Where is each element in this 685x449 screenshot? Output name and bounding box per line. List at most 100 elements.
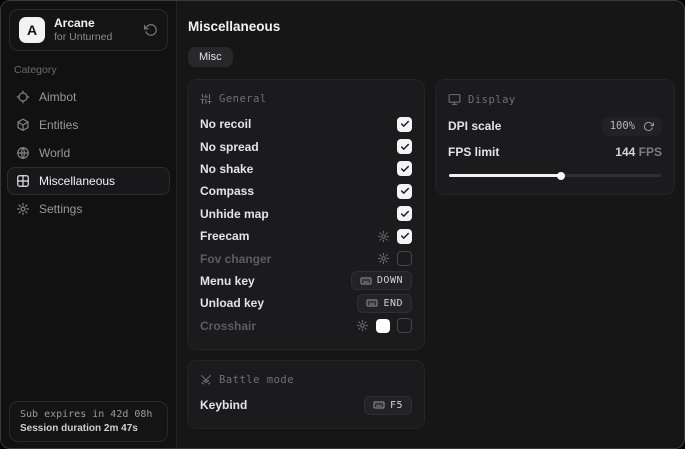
setting-label: Compass <box>200 184 254 198</box>
setting-row-dpi-scale: DPI scale 100% <box>448 114 662 138</box>
setting-label: Crosshair <box>200 319 256 333</box>
battle-keybind-binding[interactable]: F5 <box>364 396 412 415</box>
main-area: Miscellaneous Misc General No recoil <box>177 1 685 448</box>
sliders-icon <box>200 93 212 105</box>
setting-row-fov-changer: Fov changer <box>200 247 412 269</box>
display-panel-title: Display <box>468 94 516 106</box>
setting-label: Unhide map <box>200 207 269 221</box>
refresh-icon[interactable] <box>144 23 158 37</box>
setting-label: Menu key <box>200 274 255 288</box>
no-shake-checkbox[interactable] <box>397 161 412 176</box>
crosshair-settings-gear-icon[interactable] <box>356 319 369 332</box>
sidebar-item-miscellaneous[interactable]: Miscellaneous <box>7 167 170 195</box>
display-panel: Display DPI scale 100% FPS limit 144 <box>435 79 675 195</box>
monitor-icon <box>448 93 461 106</box>
key-label: F5 <box>390 400 403 411</box>
setting-label: No recoil <box>200 117 251 131</box>
setting-row-freecam: Freecam <box>200 225 412 247</box>
sidebar-item-label: World <box>39 146 70 160</box>
content: General No recoil No spread <box>187 79 675 429</box>
page-title: Miscellaneous <box>188 19 675 34</box>
setting-label: Unload key <box>200 296 264 310</box>
app-window: A Arcane for Unturned Category Aimbot <box>0 0 685 449</box>
sidebar-item-entities[interactable]: Entities <box>7 111 170 139</box>
refresh-icon[interactable] <box>643 121 654 132</box>
brand-logo: A <box>19 17 45 43</box>
setting-label: No shake <box>200 162 253 176</box>
setting-row-keybind: Keybind F5 <box>200 394 412 416</box>
sidebar-item-settings[interactable]: Settings <box>7 195 170 223</box>
dpi-scale-value: 100% <box>610 120 635 132</box>
general-panel-header: General <box>200 93 412 105</box>
fov-changer-settings-gear-icon[interactable] <box>377 252 390 265</box>
setting-row-no-recoil: No recoil <box>200 113 412 135</box>
keyboard-icon <box>360 275 372 287</box>
menu-key-binding[interactable]: DOWN <box>351 271 412 290</box>
sidebar-item-aimbot[interactable]: Aimbot <box>7 83 170 111</box>
setting-row-crosshair: Crosshair <box>200 315 412 337</box>
category-label: Category <box>14 64 163 76</box>
slider-thumb[interactable] <box>557 172 565 180</box>
compass-checkbox[interactable] <box>397 184 412 199</box>
crosshair-icon <box>16 90 30 104</box>
sidebar-item-label: Aimbot <box>39 90 76 104</box>
setting-row-unhide-map: Unhide map <box>200 203 412 225</box>
setting-label: DPI scale <box>448 119 501 133</box>
battle-mode-panel: Battle mode Keybind F5 <box>187 360 425 429</box>
setting-row-no-spread: No spread <box>200 135 412 157</box>
setting-label: No spread <box>200 140 259 154</box>
setting-label: FPS limit <box>448 145 499 159</box>
general-panel-title: General <box>219 93 267 105</box>
crosshair-checkbox[interactable] <box>397 318 412 333</box>
grid-icon <box>16 174 30 188</box>
unload-key-binding[interactable]: END <box>357 294 412 313</box>
sidebar-nav: Aimbot Entities World Miscellaneous <box>1 83 176 223</box>
sidebar: A Arcane for Unturned Category Aimbot <box>1 1 177 448</box>
brand-subtitle: for Unturned <box>54 31 112 44</box>
brand-text: Arcane for Unturned <box>54 16 112 44</box>
setting-label: Keybind <box>200 398 247 412</box>
setting-row-unload-key: Unload key END <box>200 292 412 314</box>
dpi-scale-control[interactable]: 100% <box>602 117 662 136</box>
crosshair-color-swatch[interactable] <box>376 319 390 333</box>
setting-row-fps-limit: FPS limit 144 FPS <box>448 140 662 164</box>
swords-icon <box>200 374 212 386</box>
column-left: General No recoil No spread <box>187 79 425 429</box>
sidebar-item-label: Miscellaneous <box>39 174 115 188</box>
display-panel-header: Display <box>448 93 662 106</box>
globe-icon <box>16 146 30 160</box>
sidebar-item-world[interactable]: World <box>7 139 170 167</box>
freecam-settings-gear-icon[interactable] <box>377 230 390 243</box>
tab-misc[interactable]: Misc <box>188 47 233 67</box>
session-duration-text: Session duration 2m 47s <box>20 423 157 434</box>
gear-icon <box>16 202 30 216</box>
setting-row-no-shake: No shake <box>200 158 412 180</box>
sub-expires-text: Sub expires in 42d 08h <box>20 409 157 420</box>
keyboard-icon <box>373 399 385 411</box>
brand-name: Arcane <box>54 16 112 31</box>
slider-fill <box>449 174 561 177</box>
setting-label: Fov changer <box>200 252 271 266</box>
sidebar-item-label: Entities <box>39 118 78 132</box>
setting-row-compass: Compass <box>200 180 412 202</box>
fps-limit-slider[interactable] <box>449 170 661 180</box>
unhide-map-checkbox[interactable] <box>397 206 412 221</box>
battle-mode-panel-title: Battle mode <box>219 374 294 386</box>
general-panel: General No recoil No spread <box>187 79 425 350</box>
subscription-info: Sub expires in 42d 08h Session duration … <box>9 401 168 442</box>
column-right: Display DPI scale 100% FPS limit 144 <box>435 79 675 195</box>
setting-label: Freecam <box>200 229 249 243</box>
sidebar-item-label: Settings <box>39 202 82 216</box>
entities-cube-icon <box>16 118 30 132</box>
fov-changer-checkbox[interactable] <box>397 251 412 266</box>
keyboard-icon <box>366 297 378 309</box>
key-label: DOWN <box>377 275 403 286</box>
brand-card: A Arcane for Unturned <box>9 9 168 51</box>
no-spread-checkbox[interactable] <box>397 139 412 154</box>
fps-limit-value: 144 FPS <box>615 145 662 159</box>
key-label: END <box>383 298 403 309</box>
setting-row-menu-key: Menu key DOWN <box>200 270 412 292</box>
freecam-checkbox[interactable] <box>397 229 412 244</box>
no-recoil-checkbox[interactable] <box>397 117 412 132</box>
battle-mode-panel-header: Battle mode <box>200 374 412 386</box>
